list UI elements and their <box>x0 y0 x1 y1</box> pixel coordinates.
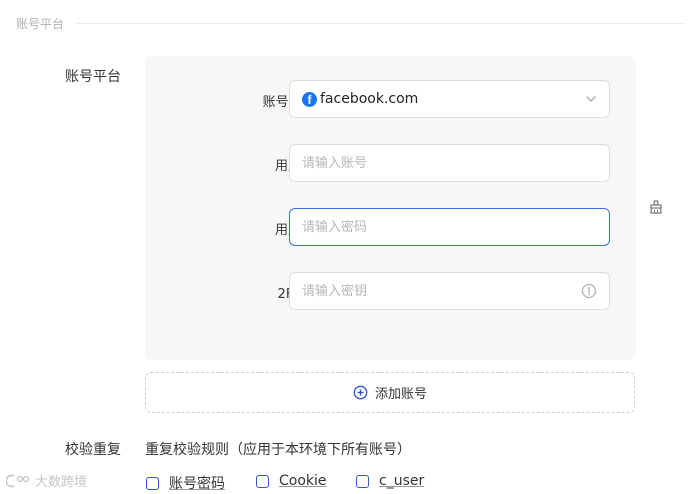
dedupe-rule-text: 重复校验规则（应用于本环境下所有账号） <box>145 442 411 458</box>
platform-select[interactable]: f facebook.com <box>289 80 610 118</box>
plus-circle-icon <box>353 385 368 400</box>
password-input[interactable] <box>302 219 597 235</box>
dedupe-option-cookie[interactable]: Cookie <box>256 473 327 489</box>
platform-select-value: f facebook.com <box>302 91 585 107</box>
dedupe-option-label: c_user <box>379 473 425 489</box>
dedupe-option-label: 账号密码 <box>169 476 225 492</box>
account-platform-form: 账号平台 账号平台 账号平台 1 f facebook.com 用户账号 用户密… <box>0 0 698 494</box>
checkbox[interactable] <box>256 474 269 488</box>
section-divider <box>76 22 686 24</box>
watermark-text: 大数跨境 <box>35 475 88 490</box>
add-account-label: 添加账号 <box>374 387 427 402</box>
section-title: 账号平台 <box>16 16 65 31</box>
username-field-wrapper <box>289 144 610 182</box>
twofa-input[interactable] <box>302 283 581 299</box>
platform-value-text: facebook.com <box>320 91 419 107</box>
dedupe-option-cuser[interactable]: c_user <box>356 473 424 489</box>
dedupe-option-password[interactable]: 账号密码 <box>146 473 225 493</box>
dedupe-option-label: Cookie <box>279 473 327 489</box>
add-account-button[interactable]: 添加账号 <box>145 372 635 413</box>
check-duplicate-label: 校验重复 <box>65 442 121 458</box>
twofa-field-wrapper <box>289 272 610 310</box>
chevron-down-icon <box>586 96 596 102</box>
account-platform-label: 账号平台 <box>65 69 121 85</box>
checkbox[interactable] <box>356 474 369 488</box>
clear-icon[interactable] <box>648 199 664 215</box>
watermark: 大数跨境 <box>6 471 87 490</box>
checkbox[interactable] <box>146 476 159 490</box>
facebook-icon: f <box>302 91 317 107</box>
watermark-logo-icon <box>6 474 30 487</box>
section-header: 账号平台 <box>16 14 686 32</box>
info-icon[interactable] <box>581 283 597 299</box>
username-input[interactable] <box>302 155 597 171</box>
password-field-wrapper <box>289 208 610 246</box>
